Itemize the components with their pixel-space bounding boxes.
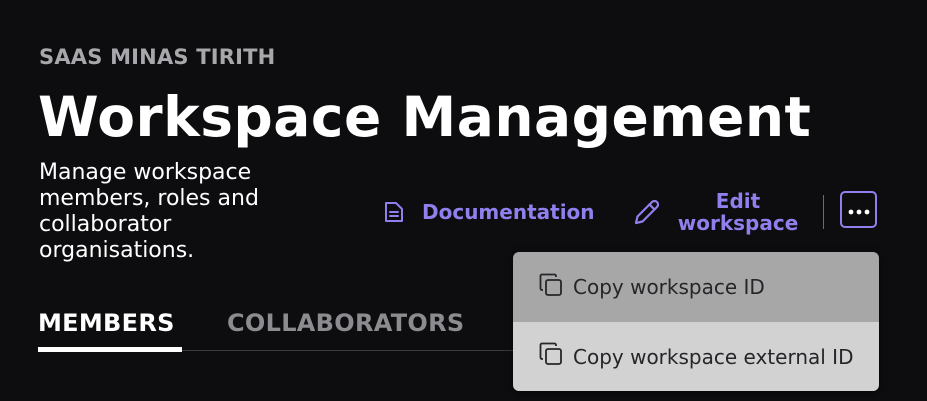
copy-icon: [537, 271, 565, 304]
more-options-menu: Copy workspace ID Copy workspace externa…: [513, 252, 879, 391]
tab-bar: MEMBERS COLLABORATORS: [38, 306, 518, 354]
organisation-name: SAAS MINAS TIRITH: [39, 45, 276, 69]
tab-members-label: MEMBERS: [38, 309, 175, 337]
menu-item-copy-workspace-external-id[interactable]: Copy workspace external ID: [513, 322, 879, 391]
tab-collaborators[interactable]: COLLABORATORS: [227, 306, 465, 340]
documentation-link[interactable]: Documentation: [384, 198, 595, 226]
action-divider: [823, 195, 824, 229]
more-options-button[interactable]: [840, 191, 877, 228]
tab-members[interactable]: MEMBERS: [38, 306, 182, 352]
edit-workspace-label: Edit workspace: [677, 189, 799, 235]
pencil-icon: [632, 197, 662, 227]
menu-item-copy-workspace-id[interactable]: Copy workspace ID: [513, 252, 879, 322]
copy-icon: [537, 340, 565, 373]
page-title: Workspace Management: [38, 85, 812, 149]
active-tab-indicator: [38, 347, 182, 352]
tab-collaborators-label: COLLABORATORS: [227, 309, 465, 337]
document-icon: [384, 201, 404, 223]
documentation-label: Documentation: [422, 200, 595, 224]
edit-workspace-button[interactable]: Edit workspace: [632, 189, 800, 235]
menu-item-label: Copy workspace external ID: [573, 344, 854, 369]
menu-item-label: Copy workspace ID: [573, 275, 765, 299]
more-horizontal-icon: [848, 200, 870, 219]
workspace-management-page: SAAS MINAS TIRITH Workspace Management M…: [0, 0, 927, 401]
page-description: Manage workspace members, roles and coll…: [39, 160, 259, 263]
